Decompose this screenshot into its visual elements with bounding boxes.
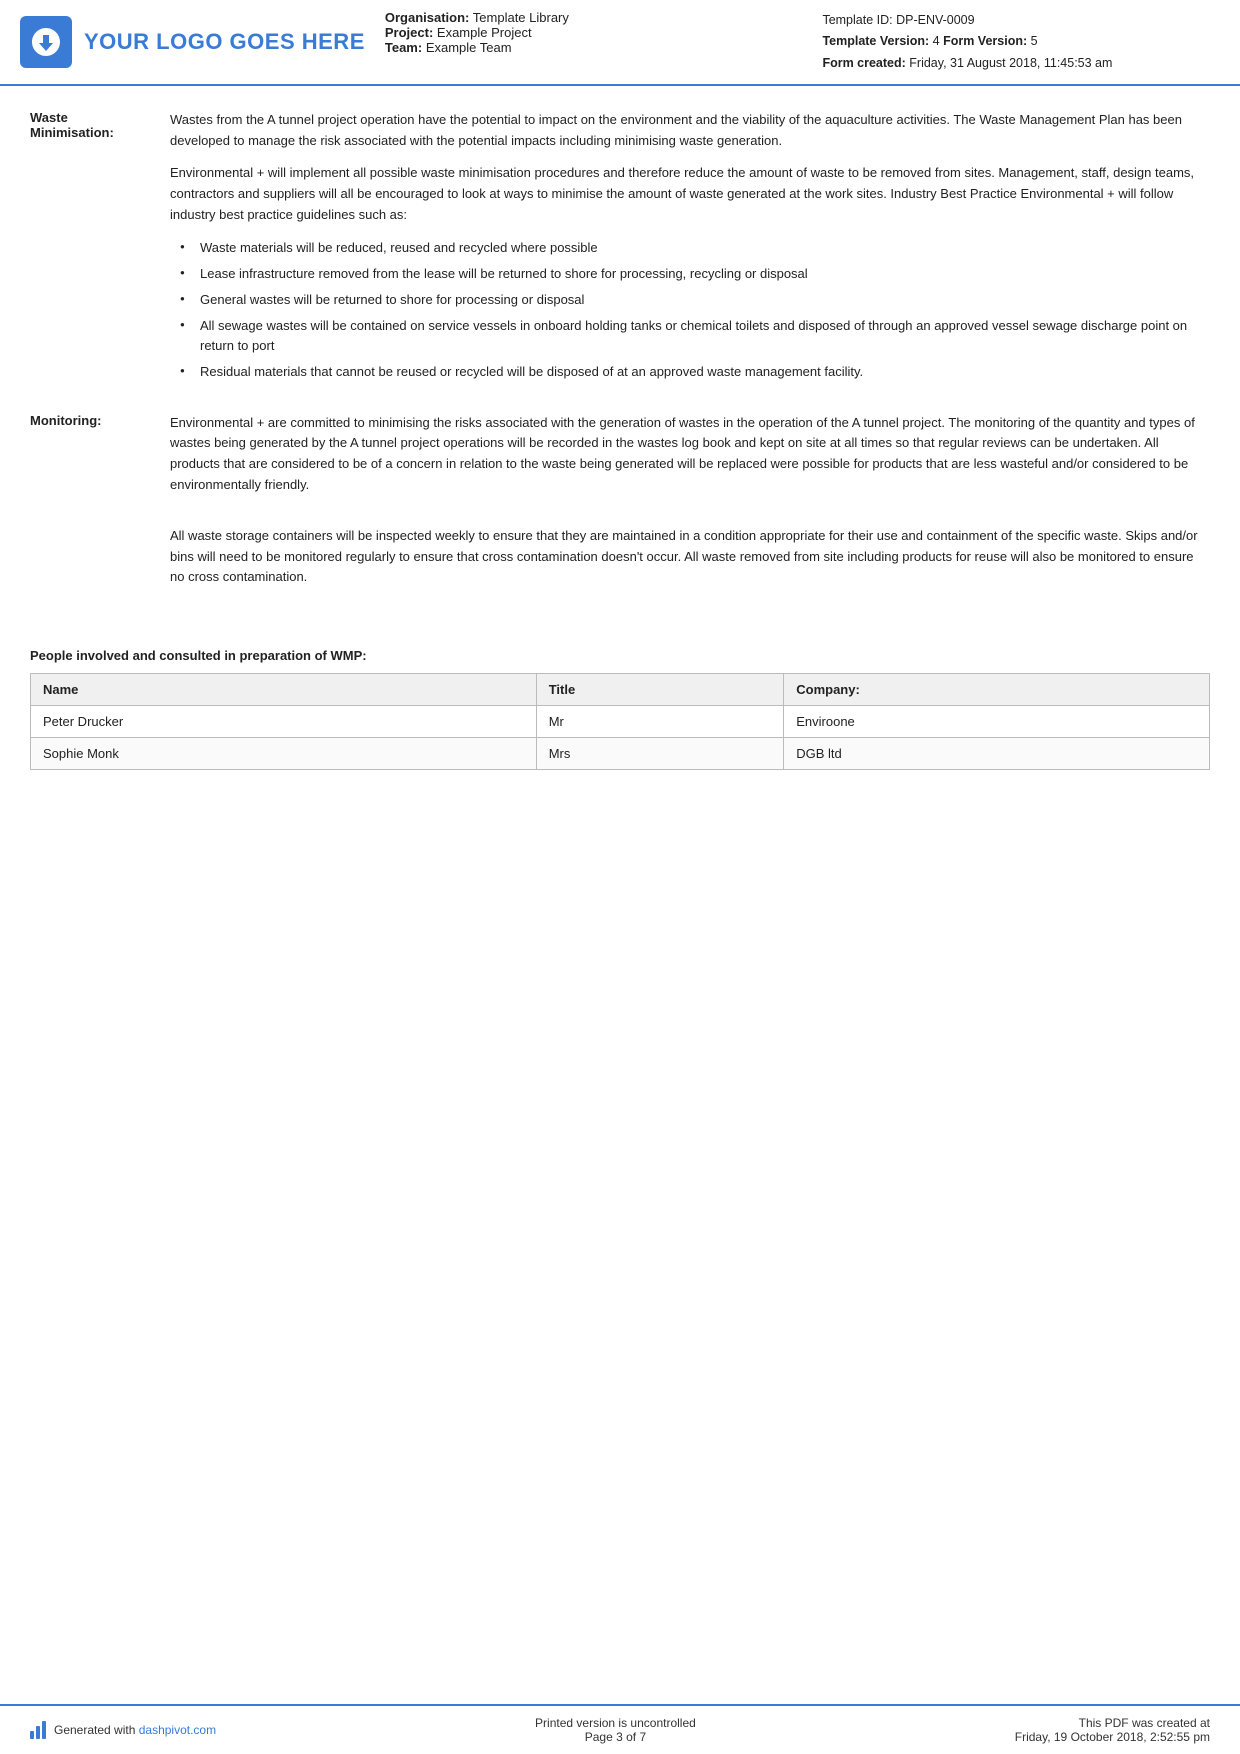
list-item: Lease infrastructure removed from the le…: [180, 264, 1210, 284]
table-cell: Peter Drucker: [31, 706, 537, 738]
table-body: Peter DruckerMrEnvirooneSophie MonkMrsDG…: [31, 706, 1210, 770]
header-meta-cols: Organisation: Template Library Project: …: [385, 10, 1220, 74]
table-cell: Mr: [536, 706, 784, 738]
people-table: Name Title Company: Peter DruckerMrEnvir…: [30, 673, 1210, 770]
footer-left: Generated with dashpivot.com: [30, 1721, 216, 1739]
footer-center: Printed version is uncontrolled Page 3 o…: [535, 1716, 696, 1744]
table-header-row: Name Title Company:: [31, 674, 1210, 706]
footer-pdf-date: Friday, 19 October 2018, 2:52:55 pm: [1015, 1730, 1210, 1744]
template-id-row: Template ID: DP-ENV-0009: [822, 10, 1220, 31]
footer: Generated with dashpivot.com Printed ver…: [0, 1704, 1240, 1754]
footer-dashpivot-link[interactable]: dashpivot.com: [139, 1723, 216, 1737]
waste-label-text: WasteMinimisation:: [30, 110, 114, 140]
list-item: Waste materials will be reduced, reused …: [180, 238, 1210, 258]
waste-minimisation-body: Wastes from the A tunnel project operati…: [170, 110, 1210, 395]
list-item: All sewage wastes will be contained on s…: [180, 316, 1210, 356]
table-cell: Enviroone: [784, 706, 1210, 738]
footer-bar-2: [36, 1726, 40, 1739]
logo-icon: [20, 16, 72, 68]
header-meta-left: Organisation: Template Library Project: …: [385, 10, 783, 74]
monitoring-section: Monitoring: Environmental + are committe…: [30, 413, 1210, 508]
col-title: Title: [536, 674, 784, 706]
waste-para2: Environmental + will implement all possi…: [170, 163, 1210, 225]
waste-minimisation-section: WasteMinimisation: Wastes from the A tun…: [30, 110, 1210, 395]
table-cell: DGB ltd: [784, 738, 1210, 770]
footer-right: This PDF was created at Friday, 19 Octob…: [1015, 1716, 1210, 1744]
monitoring-continuation-section: All waste storage containers will be ins…: [30, 526, 1210, 600]
form-created-row: Form created: Friday, 31 August 2018, 11…: [822, 53, 1220, 74]
logo-text: YOUR LOGO GOES HERE: [84, 29, 365, 55]
footer-pdf-created: This PDF was created at: [1015, 1716, 1210, 1730]
org-row: Organisation: Template Library: [385, 10, 783, 25]
waste-para1: Wastes from the A tunnel project operati…: [170, 110, 1210, 152]
waste-bullet-list: Waste materials will be reduced, reused …: [170, 238, 1210, 383]
main-content: WasteMinimisation: Wastes from the A tun…: [0, 86, 1240, 638]
footer-page: Page 3 of 7: [535, 1730, 696, 1744]
table-row: Sophie MonkMrsDGB ltd: [31, 738, 1210, 770]
monitoring-para1: Environmental + are committed to minimis…: [170, 413, 1210, 496]
footer-logo-icon: [30, 1721, 46, 1739]
monitoring-body: Environmental + are committed to minimis…: [170, 413, 1210, 508]
table-heading: People involved and consulted in prepara…: [30, 648, 1210, 663]
monitoring-para2: All waste storage containers will be ins…: [170, 526, 1210, 588]
monitoring-label: Monitoring:: [30, 413, 170, 508]
footer-generated-text: Generated with dashpivot.com: [54, 1723, 216, 1737]
footer-bar-3: [42, 1721, 46, 1739]
monitoring-continuation-label: [30, 526, 170, 600]
waste-minimisation-label: WasteMinimisation:: [30, 110, 170, 395]
template-version-row: Template Version: 4 Form Version: 5: [822, 31, 1220, 52]
col-name: Name: [31, 674, 537, 706]
logo-area: YOUR LOGO GOES HERE: [20, 10, 365, 74]
list-item: General wastes will be returned to shore…: [180, 290, 1210, 310]
monitoring-continuation-body: All waste storage containers will be ins…: [170, 526, 1210, 600]
table-row: Peter DruckerMrEnviroone: [31, 706, 1210, 738]
table-header: Name Title Company:: [31, 674, 1210, 706]
table-section: People involved and consulted in prepara…: [0, 648, 1240, 770]
col-company: Company:: [784, 674, 1210, 706]
team-row: Team: Example Team: [385, 40, 783, 55]
table-cell: Mrs: [536, 738, 784, 770]
table-cell: Sophie Monk: [31, 738, 537, 770]
header: YOUR LOGO GOES HERE Organisation: Templa…: [0, 0, 1240, 86]
footer-bar-1: [30, 1731, 34, 1739]
footer-uncontrolled: Printed version is uncontrolled: [535, 1716, 696, 1730]
header-meta-right: Template ID: DP-ENV-0009 Template Versio…: [822, 10, 1220, 74]
project-row: Project: Example Project: [385, 25, 783, 40]
list-item: Residual materials that cannot be reused…: [180, 362, 1210, 382]
logo-svg-icon: [29, 25, 63, 59]
